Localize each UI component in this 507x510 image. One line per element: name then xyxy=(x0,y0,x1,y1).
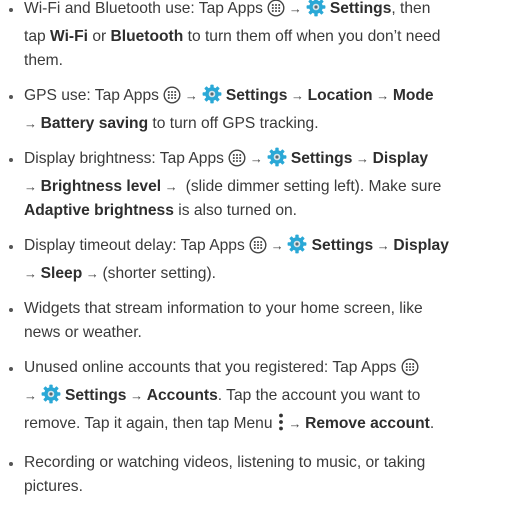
text-line: Display brightness: Tap Apps → Settings … xyxy=(24,147,505,175)
ui-term: Remove account xyxy=(305,415,430,432)
text-line: them. xyxy=(24,49,505,73)
ui-term: Settings xyxy=(221,87,288,104)
settings-icon xyxy=(267,147,287,175)
text-line: tap Wi-Fi or Bluetooth to turn them off … xyxy=(24,25,505,49)
battery-tips-list: Wi-Fi and Bluetooth use: Tap Apps → Sett… xyxy=(8,0,505,510)
list-item: GPS use: Tap Apps → Settings → Location … xyxy=(8,84,505,136)
arrow-separator: → xyxy=(24,179,41,194)
body-text: (shorter setting). xyxy=(102,265,216,282)
body-text: (slide dimmer setting left). Make sure xyxy=(181,178,442,195)
arrow-separator: → xyxy=(181,88,202,103)
body-text: Wi-Fi and Bluetooth use: Tap Apps xyxy=(24,0,268,17)
settings-icon xyxy=(202,84,222,112)
arrow-separator: → xyxy=(82,266,103,281)
arrow-separator: → xyxy=(161,179,182,194)
arrow-separator: → xyxy=(246,151,267,166)
body-text: remove. Tap it again, then tap Menu xyxy=(24,415,277,432)
body-text: , then xyxy=(391,0,431,17)
body-text: Recording or watching videos, listening … xyxy=(24,454,426,471)
body-text: or xyxy=(87,28,111,45)
body-text: Widgets that stream information to your … xyxy=(24,300,423,317)
text-line: → Battery saving to turn off GPS trackin… xyxy=(24,112,505,136)
bullet-dot xyxy=(9,8,13,12)
body-text: Unused online accounts that you register… xyxy=(24,359,401,376)
body-text: Display timeout delay: Tap Apps xyxy=(24,237,250,254)
body-text: news or weather. xyxy=(24,324,142,341)
ui-term: Display xyxy=(393,237,449,254)
settings-icon xyxy=(41,384,61,412)
arrow-separator: → xyxy=(267,238,288,253)
body-text: Display brightness: Tap Apps xyxy=(24,150,229,167)
settings-icon xyxy=(306,0,326,25)
arrow-separator: → xyxy=(372,88,393,103)
body-text: . xyxy=(429,415,435,432)
ui-term: Settings xyxy=(325,0,392,17)
ui-term: Settings xyxy=(307,237,374,254)
bullet-dot xyxy=(9,462,13,466)
arrow-separator: → xyxy=(24,388,41,403)
body-text: pictures. xyxy=(24,478,83,495)
body-text: them. xyxy=(24,52,63,69)
apps-icon xyxy=(163,86,181,112)
text-line: → Settings → Accounts. Tap the account y… xyxy=(24,384,505,412)
list-item: Recording or watching videos, listening … xyxy=(8,451,505,499)
apps-icon xyxy=(267,0,285,25)
ui-term: Mode xyxy=(392,87,434,104)
body-text: is also turned on. xyxy=(173,202,297,219)
settings-icon xyxy=(287,234,307,262)
text-line: Wi-Fi and Bluetooth use: Tap Apps → Sett… xyxy=(24,0,505,25)
ui-term: Settings xyxy=(60,387,127,404)
list-item: Unused online accounts that you register… xyxy=(8,356,505,440)
bullet-dot xyxy=(9,245,13,249)
text-line: Unused online accounts that you register… xyxy=(24,356,505,384)
text-line: → Sleep → (shorter setting). xyxy=(24,262,505,286)
apps-icon xyxy=(401,358,419,384)
ui-term: Display xyxy=(372,150,429,167)
arrow-separator: → xyxy=(126,388,147,403)
menu-dots-icon xyxy=(277,412,285,440)
arrow-separator: → xyxy=(284,416,306,431)
ui-term: Brightness level xyxy=(40,178,162,195)
text-line: Adaptive brightness is also turned on. xyxy=(24,199,505,223)
bullet-dot xyxy=(9,308,13,312)
apps-icon xyxy=(249,236,267,262)
ui-term: Battery saving xyxy=(40,115,149,132)
body-text: tap xyxy=(24,28,51,45)
arrow-separator: → xyxy=(24,266,41,281)
text-line: Display timeout delay: Tap Apps → Settin… xyxy=(24,234,505,262)
arrow-separator: → xyxy=(352,151,373,166)
ui-term: Settings xyxy=(286,150,353,167)
text-line: Widgets that stream information to your … xyxy=(24,297,505,321)
apps-icon xyxy=(228,149,246,175)
ui-term: Wi-Fi xyxy=(50,28,88,45)
ui-term: Accounts xyxy=(146,387,218,404)
text-line: pictures. xyxy=(24,475,505,499)
body-text: . Tap the account you want to xyxy=(217,387,421,404)
text-line: Recording or watching videos, listening … xyxy=(24,451,505,475)
text-line: news or weather. xyxy=(24,321,505,345)
list-item: Wi-Fi and Bluetooth use: Tap Apps → Sett… xyxy=(8,0,505,73)
ui-term: Adaptive brightness xyxy=(24,202,174,219)
text-line: GPS use: Tap Apps → Settings → Location … xyxy=(24,84,505,112)
ui-term: Bluetooth xyxy=(110,28,184,45)
bullet-dot xyxy=(9,367,13,371)
bullet-dot xyxy=(9,95,13,99)
body-text: to turn off GPS tracking. xyxy=(148,115,319,132)
bullet-dot xyxy=(9,158,13,162)
body-text: GPS use: Tap Apps xyxy=(24,87,164,104)
ui-term: Location xyxy=(307,87,373,104)
body-text: to turn them off when you don’t need xyxy=(183,28,441,45)
text-line: → Brightness level → (slide dimmer setti… xyxy=(24,175,505,199)
ui-term: Sleep xyxy=(40,265,83,282)
arrow-separator: → xyxy=(285,1,306,16)
arrow-separator: → xyxy=(24,116,41,131)
arrow-separator: → xyxy=(373,238,394,253)
list-item: Display brightness: Tap Apps → Settings … xyxy=(8,147,505,223)
list-item: Display timeout delay: Tap Apps → Settin… xyxy=(8,234,505,286)
list-item: Widgets that stream information to your … xyxy=(8,297,505,345)
arrow-separator: → xyxy=(287,88,308,103)
text-line: remove. Tap it again, then tap Menu → Re… xyxy=(24,412,505,440)
